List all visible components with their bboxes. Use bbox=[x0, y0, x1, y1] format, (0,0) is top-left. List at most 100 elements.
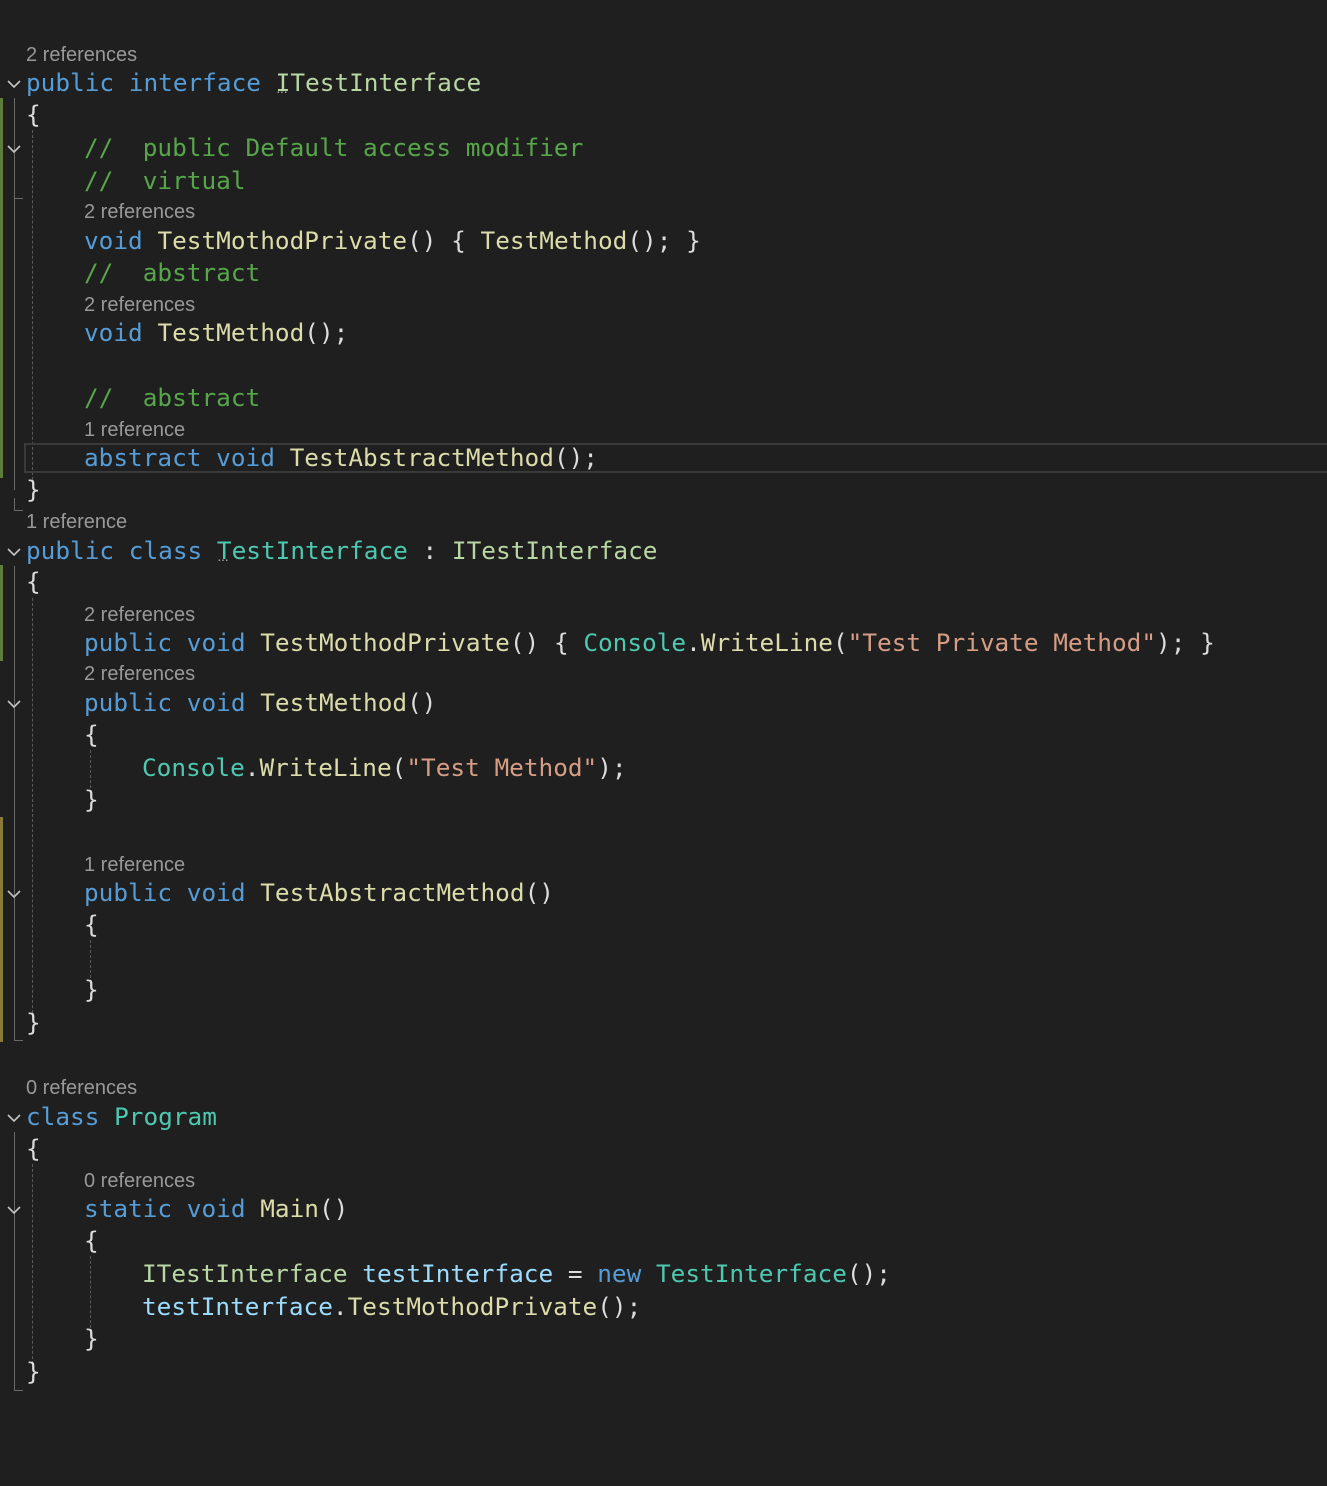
code-line-brace[interactable]: { bbox=[84, 719, 99, 751]
dot: . bbox=[686, 628, 701, 657]
codelens-references[interactable]: 2 references bbox=[84, 662, 195, 686]
keyword: void bbox=[216, 443, 275, 472]
fold-region-end bbox=[14, 1380, 23, 1391]
code-line-brace[interactable]: { bbox=[26, 1133, 41, 1165]
call-end: (); bbox=[846, 1259, 891, 1288]
indent-guide bbox=[32, 1164, 33, 1364]
method-name[interactable]: TestAbstractMethod bbox=[290, 443, 554, 472]
call-end: (); bbox=[553, 443, 598, 472]
variable-name[interactable]: testInterface bbox=[362, 1259, 553, 1288]
code-line-comment[interactable]: // abstract bbox=[84, 382, 260, 414]
method-name[interactable]: TestMethod bbox=[157, 318, 304, 347]
fold-chevron-icon[interactable] bbox=[6, 1110, 22, 1126]
indent-guide bbox=[32, 130, 33, 480]
codelens-references[interactable]: 2 references bbox=[84, 200, 195, 224]
code-line-brace[interactable]: { bbox=[26, 566, 41, 598]
code-line-comment[interactable]: // virtual bbox=[84, 165, 246, 197]
fold-chevron-icon[interactable] bbox=[6, 76, 22, 92]
type-name[interactable]: Console bbox=[142, 753, 245, 782]
method-name[interactable]: TestAbstractMethod bbox=[260, 878, 524, 907]
open-paren: ( bbox=[832, 628, 848, 657]
variable-name[interactable]: testInterface bbox=[142, 1292, 333, 1321]
dot: . bbox=[244, 753, 260, 782]
code-line-statement[interactable]: Console.WriteLine("Test Method"); bbox=[142, 752, 627, 784]
code-line-brace[interactable]: } bbox=[26, 474, 41, 506]
code-line-statement[interactable]: ITestInterface testInterface = new TestI… bbox=[142, 1258, 891, 1290]
codelens-references[interactable]: 1 reference bbox=[84, 418, 185, 442]
class-name[interactable]: Program bbox=[114, 1102, 217, 1131]
method-name[interactable]: TestMothodPrivate bbox=[260, 628, 510, 657]
method-call[interactable]: WriteLine bbox=[701, 628, 833, 657]
close-brace: } bbox=[26, 1357, 41, 1386]
open-brace: { bbox=[84, 720, 99, 749]
parens: () bbox=[524, 878, 554, 907]
keyword: public bbox=[26, 536, 115, 565]
code-line-class-decl[interactable]: class Program bbox=[26, 1101, 217, 1133]
code-line-brace[interactable]: } bbox=[84, 974, 99, 1006]
keyword: public bbox=[84, 628, 173, 657]
codelens-references[interactable]: 2 references bbox=[84, 603, 195, 627]
parens: () bbox=[509, 628, 540, 657]
code-line-statement[interactable]: testInterface.TestMothodPrivate(); bbox=[142, 1291, 641, 1323]
indent-guide bbox=[32, 598, 33, 1018]
code-line-method[interactable]: public void TestMethod() bbox=[84, 687, 436, 719]
method-name[interactable]: TestMothodPrivate bbox=[157, 226, 407, 255]
fold-region-line bbox=[14, 1224, 15, 1348]
close-brace: } bbox=[84, 975, 99, 1004]
code-line-class-decl[interactable]: public class TestInterface : ITestInterf… bbox=[26, 535, 657, 567]
fold-chevron-icon[interactable] bbox=[6, 886, 22, 902]
call-end: (); bbox=[304, 318, 349, 347]
interface-name[interactable]: ITestInterface bbox=[142, 1259, 348, 1288]
method-name[interactable]: Main bbox=[260, 1194, 319, 1223]
code-line-method[interactable]: public void TestAbstractMethod() bbox=[84, 877, 554, 909]
comment: // abstract bbox=[84, 258, 261, 287]
fold-chevron-icon[interactable] bbox=[6, 696, 22, 712]
codelens-references[interactable]: 1 reference bbox=[84, 853, 185, 877]
code-line-method[interactable]: void TestMothodPrivate() { TestMethod();… bbox=[84, 225, 701, 257]
code-line-brace[interactable]: } bbox=[26, 1007, 41, 1039]
fold-chevron-icon[interactable] bbox=[6, 544, 22, 560]
code-line-brace[interactable]: { bbox=[84, 1225, 99, 1257]
open-brace: { bbox=[26, 100, 41, 129]
code-line-brace[interactable]: } bbox=[84, 1323, 99, 1355]
interface-name[interactable]: ITestInterface bbox=[276, 68, 482, 97]
codelens-references[interactable]: 2 references bbox=[84, 293, 195, 317]
parens: () bbox=[407, 226, 437, 255]
open-brace: { bbox=[553, 628, 584, 657]
code-line-comment[interactable]: // public Default access modifier bbox=[84, 132, 583, 164]
method-call[interactable]: TestMethod bbox=[481, 226, 628, 255]
class-name[interactable]: TestInterface bbox=[656, 1259, 847, 1288]
codelens-references[interactable]: 0 references bbox=[84, 1169, 195, 1193]
fold-region-line bbox=[14, 908, 15, 1002]
code-line-method[interactable]: void TestMethod(); bbox=[84, 317, 348, 349]
fold-chevron-icon[interactable] bbox=[6, 1202, 22, 1218]
code-line-method[interactable]: abstract void TestAbstractMethod(); bbox=[84, 442, 598, 474]
code-line-method[interactable]: public void TestMothodPrivate() { Consol… bbox=[84, 627, 1215, 659]
fold-chevron-icon[interactable] bbox=[6, 141, 22, 157]
close-paren: ); bbox=[597, 753, 627, 782]
method-name[interactable]: TestMethod bbox=[260, 688, 407, 717]
suggestion-dots-icon[interactable]: ··· bbox=[217, 554, 229, 570]
class-name[interactable]: TestInterface bbox=[217, 536, 408, 565]
fold-region-end bbox=[14, 498, 23, 511]
code-line-brace[interactable]: { bbox=[84, 909, 99, 941]
close-brace: } bbox=[84, 785, 99, 814]
method-call[interactable]: TestMothodPrivate bbox=[348, 1292, 598, 1321]
code-line-brace[interactable]: { bbox=[26, 99, 41, 131]
interface-name[interactable]: ITestInterface bbox=[452, 536, 658, 565]
open-paren: ( bbox=[391, 753, 407, 782]
method-call[interactable]: WriteLine bbox=[259, 753, 391, 782]
code-line-comment[interactable]: // abstract bbox=[84, 257, 260, 289]
type-name[interactable]: Console bbox=[583, 628, 686, 657]
codelens-references[interactable]: 0 references bbox=[26, 1076, 137, 1100]
code-line-interface-decl[interactable]: public interface ITestInterface bbox=[26, 67, 481, 99]
keyword: new bbox=[597, 1259, 642, 1288]
string-literal: "Test Method" bbox=[406, 753, 598, 782]
code-line-method[interactable]: static void Main() bbox=[84, 1193, 348, 1225]
open-brace: { bbox=[26, 567, 41, 596]
suggestion-dots-icon[interactable]: ··· bbox=[276, 86, 288, 102]
codelens-references[interactable]: 1 reference bbox=[26, 510, 127, 534]
code-line-brace[interactable]: } bbox=[84, 784, 99, 816]
code-line-brace[interactable]: } bbox=[26, 1356, 41, 1388]
codelens-references[interactable]: 2 references bbox=[26, 43, 137, 67]
